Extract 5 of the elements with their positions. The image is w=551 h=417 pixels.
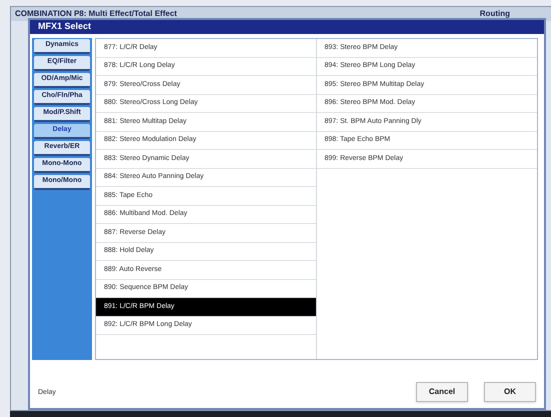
cancel-button[interactable]: Cancel xyxy=(416,382,468,402)
routing-tab[interactable]: Routing xyxy=(480,8,510,20)
ok-button[interactable]: OK xyxy=(484,382,536,402)
window-title: COMBINATION P8: Multi Effect/Total Effect xyxy=(15,8,177,20)
dialog-title: MFX1 Select xyxy=(38,20,92,34)
